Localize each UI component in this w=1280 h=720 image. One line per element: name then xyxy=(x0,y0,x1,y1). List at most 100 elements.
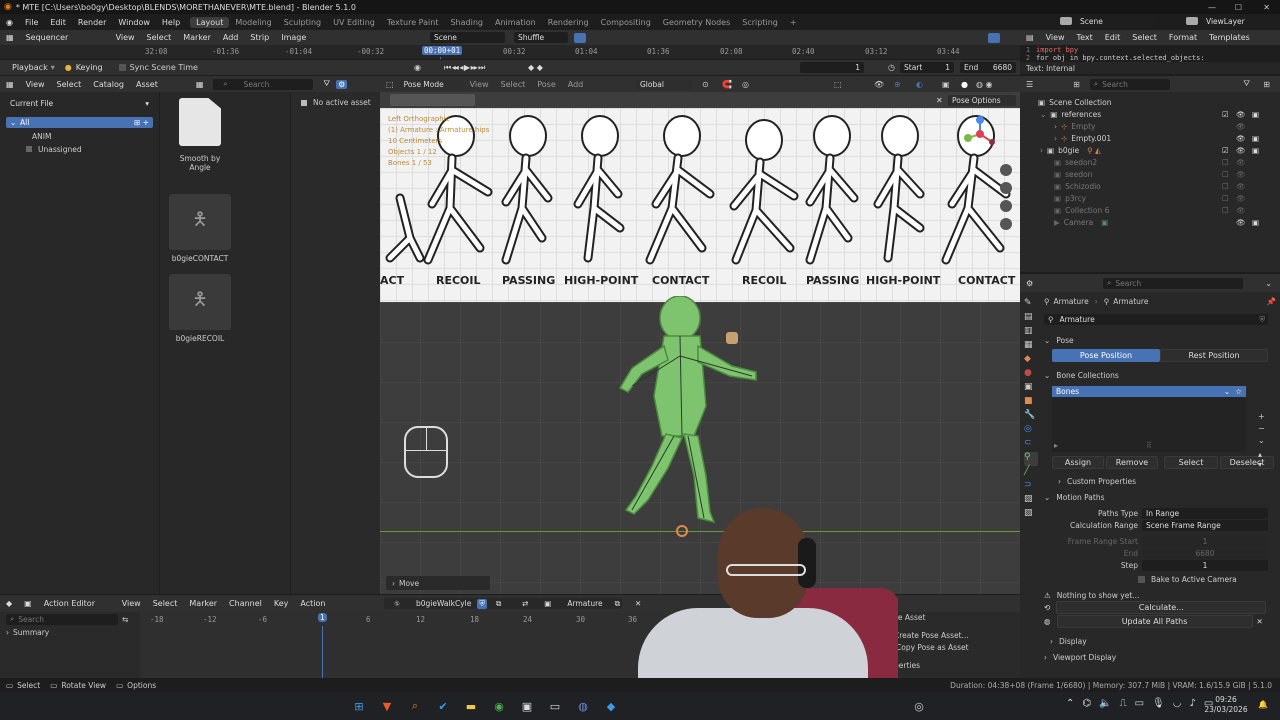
terminal-icon[interactable]: ▭ xyxy=(546,697,564,715)
expand-icon[interactable]: › xyxy=(1040,146,1043,155)
outliner-row[interactable]: ▣ Collection 6 ☐ 👁 xyxy=(1020,204,1280,216)
menu-edit[interactable]: Edit xyxy=(44,18,72,27)
outliner-row[interactable]: ▣ seedon2 ☐ 👁 xyxy=(1020,156,1280,168)
texture-tab-icon[interactable]: ▨ xyxy=(1024,494,1038,508)
filter-icon[interactable]: ⛛ xyxy=(317,79,336,89)
tool-tab-icon[interactable]: ✎ xyxy=(1024,298,1038,312)
ae-menu-channel[interactable]: Channel xyxy=(223,599,268,608)
frame-start-field[interactable]: 1 xyxy=(1142,535,1268,547)
menu-chevron-icon[interactable]: ⌄ xyxy=(1258,436,1272,450)
text-menu-templates[interactable]: Templates xyxy=(1203,33,1256,42)
notification-icon[interactable]: 🔔 xyxy=(1258,700,1268,709)
collection-tab-icon[interactable]: ▣ xyxy=(1024,382,1038,396)
duplicate-icon[interactable]: ⧉ xyxy=(490,599,507,609)
asset-b0gie-recoil[interactable]: 🯅 b0gieRECOIL xyxy=(166,274,234,343)
pivot-icon[interactable]: ⊙ xyxy=(696,80,715,89)
menu-item[interactable]: perties xyxy=(888,661,1016,673)
view-layer-selector[interactable]: ViewLayer xyxy=(1202,15,1280,27)
start-frame-field[interactable]: Start 1 xyxy=(900,62,954,73)
menu-window[interactable]: Window xyxy=(112,18,156,27)
view-layer-tab-icon[interactable]: ▦ xyxy=(1024,340,1038,354)
bone-collections-header[interactable]: ⌄ Bone Collections xyxy=(1044,368,1276,382)
close-icon[interactable]: ✕ xyxy=(936,96,943,105)
sound-icon[interactable]: ♪ xyxy=(1189,698,1195,709)
scene-selector[interactable]: Scene xyxy=(1076,15,1156,27)
checkbox-icon[interactable]: ☑ xyxy=(1222,146,1229,155)
menu-help[interactable]: Help xyxy=(156,18,186,27)
asset-menu-view[interactable]: View xyxy=(20,80,51,89)
outliner-search-input[interactable]: ⌕ Search xyxy=(1089,78,1170,90)
orientation-dropdown[interactable]: Global xyxy=(636,78,692,90)
camera-view-icon[interactable] xyxy=(1000,200,1012,212)
rest-position-button[interactable]: Rest Position xyxy=(1160,349,1268,362)
library-selector[interactable]: Current File ▾ xyxy=(6,98,153,109)
keying-menu[interactable]: Keying xyxy=(76,63,103,72)
star-icon[interactable]: ☆ xyxy=(1235,387,1242,396)
vp-menu-pose[interactable]: Pose xyxy=(531,80,562,89)
sync-checkbox[interactable] xyxy=(118,64,126,71)
render-tab-icon[interactable]: ▤ xyxy=(1024,312,1038,326)
tab-texture-paint[interactable]: Texture Paint xyxy=(381,18,445,27)
eye-icon[interactable]: 👁 xyxy=(1236,182,1246,191)
fake-user-icon[interactable]: ⛨ xyxy=(477,598,487,609)
vscode-icon[interactable]: ◆ xyxy=(602,697,620,715)
bone-tab-icon[interactable]: ╱ xyxy=(1024,466,1038,480)
asset-smooth-by-angle[interactable]: Smooth by Angle xyxy=(168,98,232,172)
visibility-icon[interactable]: ⌄ xyxy=(1224,387,1230,396)
viewport-display-header[interactable]: › Viewport Display xyxy=(1044,651,1276,663)
tab-animation[interactable]: Animation xyxy=(489,18,542,27)
expand-icon[interactable]: › xyxy=(1054,134,1057,143)
outliner-row[interactable]: ▶ Camera ▣ 👁 ▣ xyxy=(1020,216,1280,228)
output-tab-icon[interactable]: ▥ xyxy=(1024,326,1038,340)
checkbox-icon[interactable]: ☐ xyxy=(1222,182,1229,191)
sequencer-timeline[interactable]: 32:08 -01:36 -01:04 -00:32 00:00+01 00:3… xyxy=(0,45,1020,59)
eye-icon[interactable]: 👁 xyxy=(1236,134,1246,143)
camera-render-icon[interactable]: ▣ xyxy=(1252,146,1259,155)
expand-icon[interactable]: › xyxy=(1054,122,1057,131)
expand-icon[interactable]: ⌄ xyxy=(1040,110,1046,119)
eye-icon[interactable]: 👁 xyxy=(1236,170,1246,179)
pin-icon[interactable]: 📌 xyxy=(1267,297,1276,306)
remove-collection-icon[interactable]: − xyxy=(1258,424,1272,436)
current-frame-field[interactable]: 1 xyxy=(800,62,864,73)
asset-menu-select[interactable]: Select xyxy=(51,80,88,89)
outliner-row[interactable]: › ▣ b0gie ⚲ ◭ ☑ 👁 ▣ xyxy=(1020,144,1280,156)
seq-menu-marker[interactable]: Marker xyxy=(177,33,217,42)
frame-end-field[interactable]: 6680 xyxy=(1142,547,1268,559)
text-menu-view[interactable]: View xyxy=(1040,33,1071,42)
outliner-row[interactable]: ▣ Scene Collection xyxy=(1020,96,1280,108)
axis-gizmo-icon[interactable] xyxy=(962,116,998,152)
tab-scripting[interactable]: Scripting xyxy=(736,18,784,27)
paths-type-dropdown[interactable]: In Range xyxy=(1142,507,1268,519)
xray-icon[interactable]: ▣ xyxy=(936,80,956,89)
world-tab-icon[interactable]: ● xyxy=(1024,368,1038,382)
end-frame-field[interactable]: End 6680 xyxy=(960,62,1016,73)
tool-mode-buttons[interactable] xyxy=(390,94,475,106)
tasks-icon[interactable]: ✔ xyxy=(434,697,452,715)
display-header[interactable]: › Display xyxy=(1050,635,1276,647)
vp-menu-view[interactable]: View xyxy=(464,80,495,89)
physics-tab-icon[interactable]: ◎ xyxy=(1024,424,1038,438)
seq-menu-select[interactable]: Select xyxy=(141,33,178,42)
viewport-nav-buttons[interactable] xyxy=(1000,164,1014,240)
assign-button[interactable]: Assign xyxy=(1052,456,1104,469)
bake-checkbox[interactable] xyxy=(1138,575,1145,583)
tab-rendering[interactable]: Rendering xyxy=(542,18,595,27)
viewport-editor-icon[interactable]: ⬚ xyxy=(380,80,400,89)
game-icon[interactable]: ◉ xyxy=(490,697,508,715)
text-menu-format[interactable]: Format xyxy=(1163,33,1203,42)
jump-start-button[interactable]: ⏮ ◂◂ ◂ ▶ ▸▸ ⏭ xyxy=(444,63,485,73)
text-menu-edit[interactable]: Edit xyxy=(1099,33,1127,42)
seq-menu-strip[interactable]: Strip xyxy=(244,33,275,42)
zoom-icon[interactable] xyxy=(1000,164,1012,176)
resize-handle-icon[interactable]: ⠿ xyxy=(1146,441,1152,450)
shading-material-icon[interactable]: ◍ ◉ xyxy=(970,80,999,89)
asset-b0gie-contact[interactable]: 🯅 b0gieCONTACT xyxy=(166,194,234,263)
network-icon[interactable]: ⌬ xyxy=(1082,698,1091,709)
add-collection-icon[interactable]: + xyxy=(1258,412,1272,424)
action-selector[interactable]: ⛗ b0gieWalkCyle ⛨ ⧉ ✕ xyxy=(384,598,524,609)
bone-constraint-tab-icon[interactable]: ⊃ xyxy=(1024,480,1038,494)
outliner-row[interactable]: ⌄ ▣ references ☑ 👁 ▣ xyxy=(1020,108,1280,120)
tab-layout[interactable]: Layout xyxy=(190,16,230,28)
slot-selector[interactable]: ⇄ ▣ Armature ⧉ ✕ xyxy=(512,598,641,609)
